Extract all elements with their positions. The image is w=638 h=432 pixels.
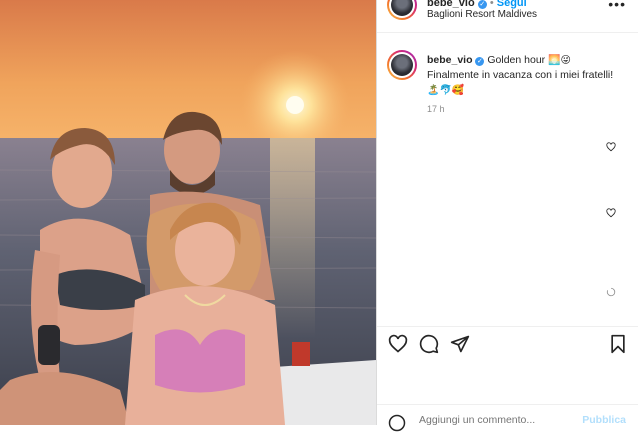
bookmark-icon[interactable]: [608, 334, 628, 354]
caption-emoji: 🏝️🐬🥰: [427, 85, 465, 96]
heart-outline-icon[interactable]: [606, 208, 616, 218]
comment-divider: [377, 404, 638, 405]
caption-text: Golden hour: [487, 54, 546, 66]
caption: bebe_vio ✓ Golden hour 🌅😜 Finalmente in …: [427, 53, 627, 98]
emoji-smiley-icon[interactable]: [388, 414, 406, 432]
post-photo[interactable]: [0, 0, 376, 425]
verified-icon: ✓: [477, 0, 487, 9]
post-header-user: bebe_vio ✓ • Segui: [427, 0, 527, 9]
heart-outline-icon[interactable]: [388, 334, 408, 354]
header-divider: [377, 32, 638, 33]
sunset-photo: [0, 0, 376, 425]
more-options-icon[interactable]: •••: [608, 0, 626, 12]
publish-button[interactable]: Pubblica: [582, 414, 626, 426]
caption-avatar[interactable]: [387, 50, 417, 80]
caption-emoji: 🌅😜: [548, 55, 571, 66]
comment-bubble-icon[interactable]: [419, 334, 439, 354]
caption-text-line2: Finalmente in vacanza con i miei fratell…: [427, 69, 614, 81]
separator-dot: •: [489, 0, 494, 9]
avatar[interactable]: [387, 0, 417, 20]
heart-outline-icon[interactable]: [606, 142, 616, 152]
verified-icon: ✓: [475, 57, 485, 66]
post-timestamp[interactable]: 17 h: [427, 104, 445, 114]
comment-input[interactable]: [419, 414, 569, 426]
loading-spinner-icon: [606, 287, 616, 297]
post-side-panel: bebe_vio ✓ • Segui Baglioni Resort Maldi…: [377, 0, 638, 432]
caption-username[interactable]: bebe_vio: [427, 54, 473, 66]
actions-divider: [377, 326, 638, 327]
username-link[interactable]: bebe_vio: [427, 0, 475, 9]
follow-button[interactable]: Segui: [497, 0, 527, 9]
location-link[interactable]: Baglioni Resort Maldives: [427, 9, 537, 20]
paper-plane-icon[interactable]: [450, 334, 470, 354]
